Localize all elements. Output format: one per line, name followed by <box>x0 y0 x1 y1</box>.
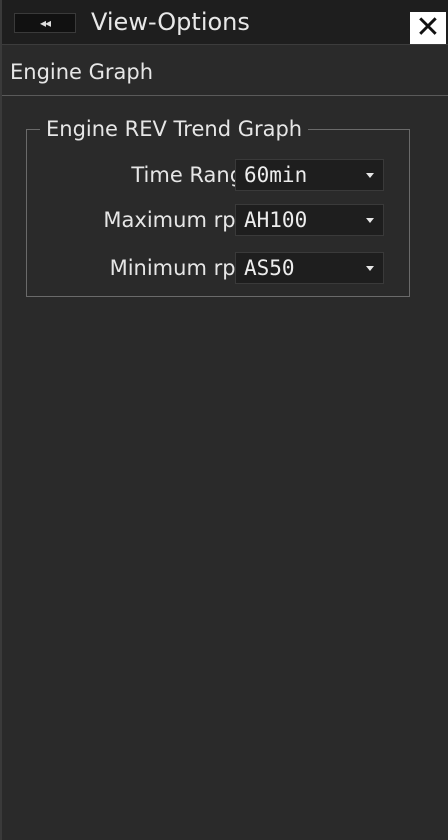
groupbox-legend: Engine REV Trend Graph <box>40 116 309 142</box>
maximum-rpm-value: AH100 <box>244 208 308 232</box>
minimum-rpm-value: AS50 <box>244 256 295 280</box>
view-options-panel: ◂◂ View-Options ✕ Engine Graph Engine RE… <box>0 0 448 840</box>
close-button[interactable]: ✕ <box>410 12 446 44</box>
minimum-rpm-row: Minimum rpm AS50 <box>26 252 410 284</box>
dropdown-arrow-icon <box>366 218 374 223</box>
minimum-rpm-select[interactable]: AS50 <box>235 252 384 284</box>
panel-title: View-Options <box>91 8 250 36</box>
dropdown-arrow-icon <box>366 266 374 271</box>
maximum-rpm-label: Maximum rpm <box>103 208 256 232</box>
time-range-value: 60min <box>244 163 308 187</box>
section-title: Engine Graph <box>10 60 154 84</box>
maximum-rpm-select[interactable]: AH100 <box>235 204 384 236</box>
time-range-select[interactable]: 60min <box>235 159 384 191</box>
collapse-panel-button[interactable]: ◂◂ <box>14 13 76 33</box>
dropdown-arrow-icon <box>366 173 374 178</box>
section-header: Engine Graph <box>2 46 448 96</box>
close-icon: ✕ <box>415 10 441 45</box>
double-chevron-left-icon: ◂◂ <box>39 16 51 30</box>
maximum-rpm-row: Maximum rpm AH100 <box>26 204 410 236</box>
time-range-row: Time Range 60min <box>26 159 410 191</box>
title-bar: ◂◂ View-Options ✕ <box>2 0 448 45</box>
